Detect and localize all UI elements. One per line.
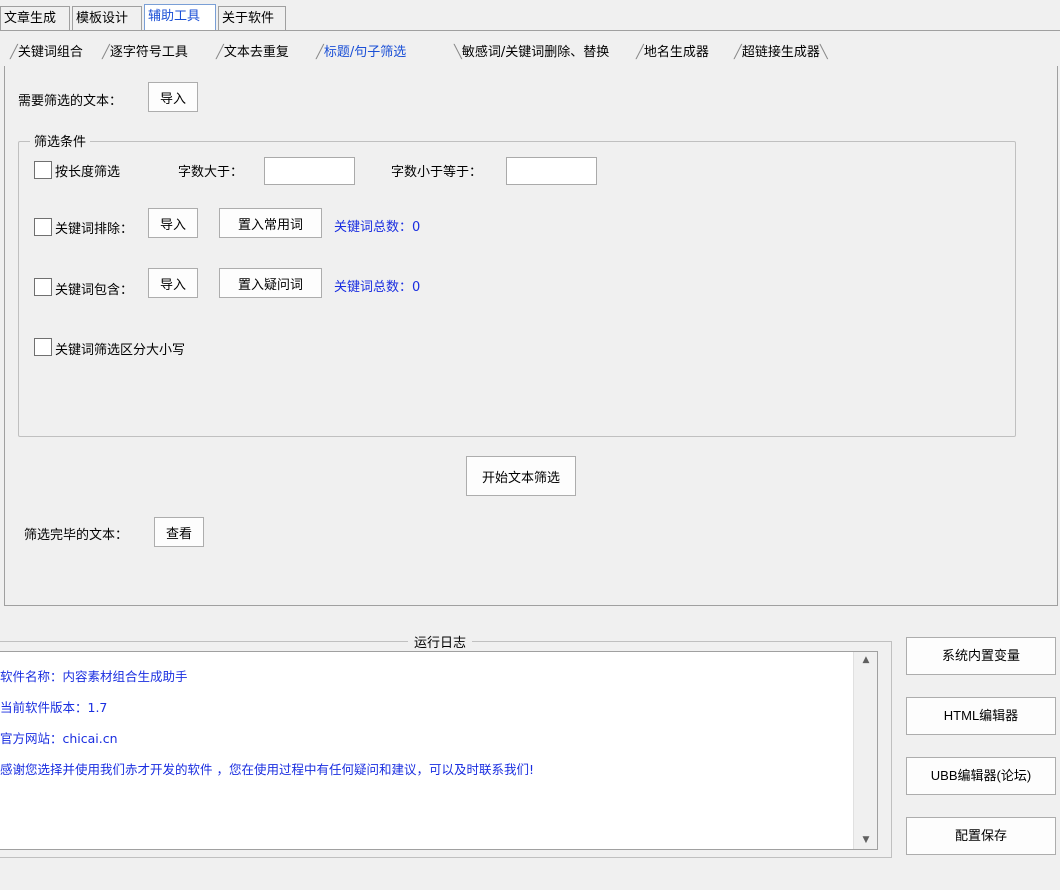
include-import-button[interactable]: 导入 [148,268,198,298]
tab-template-design[interactable]: 模板设计 [72,6,142,30]
include-keywords-label: 关键词包含： [55,283,134,298]
tab-aux-tools[interactable]: 辅助工具 [144,4,216,31]
subtab-label: 敏感词/关键词删除、替换 [461,45,610,60]
tab-label: 辅助工具 [148,9,201,24]
subtab-label: 标题/句子筛选 [323,45,407,60]
insert-common-words-button[interactable]: 置入常用词 [219,208,322,238]
subtab-dedupe[interactable]: ╱文本去重复 [216,40,289,66]
group-title: 筛选条件 [30,131,91,150]
subtab-label: 超链接生成器 [741,45,820,60]
exclude-count-label: 关键词总数：0 [334,220,421,235]
length-filter-label: 按长度筛选 [55,165,121,180]
log-line: 感谢您选择并使用我们赤才开发的软件 ，您在使用过程中有任何疑问和建议，可以及时联… [0,762,534,777]
min-chars-input[interactable] [264,157,355,185]
log-textarea[interactable]: 软件名称：内容素材组合生成助手 当前软件版本：1.7 官方网站：chicai.c… [0,651,878,850]
log-line: 当前软件版本：1.7 [0,700,108,715]
tab-divider [0,30,1060,31]
tab-label: 模板设计 [76,11,129,26]
source-text-label: 需要筛选的文本： [18,94,123,109]
tab-label: 关于软件 [222,11,275,26]
subtab-keyword-combine[interactable]: ╱关键词组合 [10,40,83,66]
tab-label: 文章生成 [4,11,57,26]
subtab-char-symbol[interactable]: ╱逐字符号工具 [102,40,188,66]
subtab-label: 关键词组合 [17,45,83,60]
scroll-down-icon[interactable]: ▼ [854,832,878,849]
tab-about[interactable]: 关于软件 [218,6,286,30]
case-sensitive-checkbox[interactable] [34,338,52,356]
html-editor-button[interactable]: HTML编辑器 [906,697,1056,735]
ubb-editor-button[interactable]: UBB编辑器(论坛) [906,757,1056,795]
subtab-label: 文本去重复 [223,45,289,60]
view-result-button[interactable]: 查看 [154,517,204,547]
min-chars-label: 字数大于： [178,165,244,180]
include-count-label: 关键词总数：0 [334,280,421,295]
include-keywords-checkbox[interactable] [34,278,52,296]
top-tab-bar: 文章生成 模板设计 辅助工具 关于软件 [0,0,1060,31]
subtab-label: 地名生成器 [643,45,709,60]
start-filter-button[interactable]: 开始文本筛选 [466,456,576,496]
import-source-button[interactable]: 导入 [148,82,198,112]
subtab-place-name[interactable]: ╱地名生成器 [636,40,709,66]
save-config-button[interactable]: 配置保存 [906,817,1056,855]
insert-question-words-button[interactable]: 置入疑问词 [219,268,322,298]
case-sensitive-label: 关键词筛选区分大小写 [55,343,186,358]
max-chars-label: 字数小于等于： [391,165,483,180]
exclude-keywords-label: 关键词排除： [55,222,134,237]
scroll-up-icon[interactable]: ▲ [854,652,878,669]
exclude-keywords-checkbox[interactable] [34,218,52,236]
result-text-label: 筛选完毕的文本： [24,528,129,543]
subtab-sensitive-words[interactable]: ╲敏感词/关键词删除、替换 [454,40,609,66]
length-filter-checkbox[interactable] [34,161,52,179]
subtab-title-filter[interactable]: ╱标题/句子筛选 [316,40,406,66]
tab-article-generate[interactable]: 文章生成 [0,6,70,30]
max-chars-input[interactable] [506,157,597,185]
log-title: 运行日志 [408,632,473,651]
exclude-import-button[interactable]: 导入 [148,208,198,238]
system-variables-button[interactable]: 系统内置变量 [906,637,1056,675]
subtab-hyperlink[interactable]: ╱超链接生成器╲ [734,40,828,66]
log-line: 官方网站：chicai.cn [0,731,118,746]
log-line: 软件名称：内容素材组合生成助手 [0,669,188,684]
log-scrollbar[interactable]: ▲ ▼ [853,652,877,849]
subtab-label: 逐字符号工具 [109,45,188,60]
